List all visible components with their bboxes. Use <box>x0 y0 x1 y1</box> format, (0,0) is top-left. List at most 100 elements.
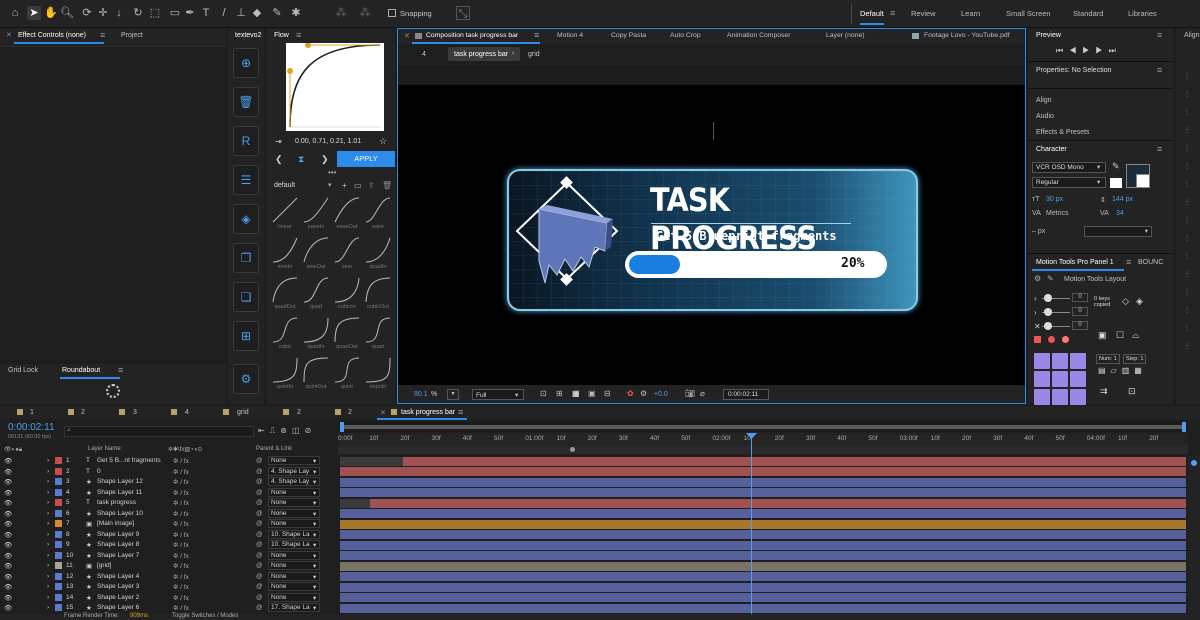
eye-icon[interactable]: 👁︎ <box>4 520 12 528</box>
home-icon[interactable]: ⌂ <box>8 6 22 20</box>
timeline-tab[interactable]: 4 <box>185 409 189 416</box>
add-icon[interactable]: ⊕ <box>233 48 259 78</box>
layer-duration-bar[interactable] <box>340 509 1186 518</box>
layer-name[interactable]: Get 5 B...nt fragments <box>97 457 163 464</box>
stroke-width-label[interactable]: – px <box>1032 228 1045 235</box>
tracking-value[interactable]: 34 <box>1116 210 1124 217</box>
panel-menu-icon[interactable]: ≡ <box>118 365 123 375</box>
eraser-tool-icon[interactable]: ◆ <box>250 6 264 20</box>
preset-easeout[interactable] <box>332 196 362 226</box>
grid-icon[interactable]: ⊞ <box>556 389 563 398</box>
expand-chevron-icon[interactable]: › <box>47 499 49 506</box>
section-effects-presets[interactable]: Effects & Presets <box>1036 129 1090 136</box>
layer-name[interactable]: Shape Layer 4 <box>97 573 163 580</box>
parent-select[interactable]: None ▾ <box>268 550 320 560</box>
eye-icon[interactable]: 👁︎ <box>4 468 12 476</box>
work-area-start-handle[interactable] <box>340 422 344 432</box>
hand-tool-icon[interactable]: ✋ <box>44 6 58 20</box>
pickwhip-icon[interactable]: @ <box>256 489 263 496</box>
label-color-swatch[interactable] <box>55 583 62 590</box>
pickwhip-icon[interactable]: @ <box>256 541 263 548</box>
breadcrumb-item[interactable]: 4 <box>422 51 426 58</box>
preset-quad[interactable] <box>301 276 331 306</box>
layer-name[interactable]: task progress <box>97 499 163 506</box>
panel-menu-icon[interactable]: ≡ <box>296 30 301 40</box>
copy-icon[interactable]: ❐ <box>233 243 259 273</box>
pickwhip-icon[interactable]: @ <box>256 604 263 611</box>
pickwhip-icon[interactable]: @ <box>256 552 263 559</box>
navigator-bar[interactable] <box>338 446 1188 454</box>
layer-switches-icon[interactable]: ✲ / fx <box>173 489 189 497</box>
layer-duration-bar[interactable] <box>340 519 1186 529</box>
color-red-circle[interactable] <box>1048 336 1055 343</box>
close-tab-icon[interactable]: ✕ <box>404 32 410 40</box>
pickwhip-icon[interactable]: @ <box>256 520 263 527</box>
parent-select[interactable]: None ▾ <box>268 508 320 518</box>
label-color-swatch[interactable] <box>55 520 62 527</box>
stroke-style-select[interactable]: ▾ <box>1084 226 1152 237</box>
align-icons[interactable]: ⫶ ⫶ ⫶ ⫶ ⫶ ⫶ ⫶ ⫶ ⫶ ⫶ ⫶ ⫶ ⫶ ⫶ ⫶ ⫶ <box>1186 68 1196 356</box>
color-red-swatch[interactable] <box>1034 336 1041 343</box>
parent-select[interactable]: None ▾ <box>268 519 320 528</box>
breadcrumb-item[interactable]: grid <box>528 51 540 58</box>
layer-row[interactable]: 👁︎ › 6 ★ Shape Layer 10 ✲ / fx @ None ▾ <box>0 508 336 520</box>
layer-switches-icon[interactable]: ✲ / fx <box>173 573 189 581</box>
timeline-tab[interactable]: 2 <box>81 409 85 416</box>
tab-copy-pasta[interactable]: Copy Pasta <box>611 32 646 39</box>
mtp-anchor-button[interactable] <box>1070 353 1086 369</box>
layer-duration-bar[interactable] <box>370 498 1186 508</box>
tab-motion-tools-pro[interactable]: Motion Tools Pro Panel 1 <box>1036 259 1114 266</box>
layer-name[interactable]: Shape Layer 3 <box>97 583 163 590</box>
parent-select[interactable]: 4. Shape Lay ▾ <box>268 466 320 476</box>
num-field[interactable]: Num: 1 <box>1096 354 1120 364</box>
layer-duration-bar[interactable] <box>403 456 1186 466</box>
panel-menu-icon[interactable]: ≡ <box>534 30 539 40</box>
mtp-anchor-button[interactable] <box>1052 371 1068 387</box>
zoom-dropdown-icon[interactable]: ▾ <box>447 389 459 400</box>
close-tab-icon[interactable]: ✕ <box>380 409 386 417</box>
preset-expoin[interactable] <box>363 356 393 386</box>
tab-layer-none[interactable]: Layer (none) <box>826 32 865 39</box>
layer-row[interactable]: 👁︎ › 3 ★ Shape Layer 12 ✲ / fx @4. Shape Lay ▾ <box>0 477 336 488</box>
parent-select[interactable]: None ▾ <box>268 561 320 570</box>
workspace-menu-icon[interactable]: ≡ <box>890 8 895 18</box>
preset-quartout[interactable] <box>332 316 362 346</box>
label-color-swatch[interactable] <box>55 572 62 580</box>
pickwhip-icon[interactable]: @ <box>256 562 263 569</box>
selection-tool-icon[interactable]: ➤ <box>27 6 41 20</box>
sequence-icon[interactable]: ⇉ <box>1100 386 1108 397</box>
layer-duration-bar[interactable] <box>340 593 1186 602</box>
layer-row[interactable]: 👁︎ › 11 ▣ [grid] ✲ / fx @ None ▾ <box>0 561 336 572</box>
solid-square-icon[interactable]: ▣ <box>1098 330 1107 341</box>
label-color-swatch[interactable] <box>55 457 62 464</box>
color-channel-icon[interactable]: ✿ <box>627 389 634 398</box>
timeline-tab[interactable]: 2 <box>297 409 301 416</box>
preset-quadout[interactable] <box>270 276 300 306</box>
eye-icon[interactable]: 👁︎ <box>4 583 12 591</box>
layer-duration-bar[interactable] <box>340 488 1186 497</box>
exposure-value[interactable]: +0.0 <box>654 391 668 398</box>
expand-chevron-icon[interactable]: › <box>47 457 49 464</box>
preset-cubic[interactable] <box>270 316 300 346</box>
pickwhip-icon[interactable]: @ <box>256 573 263 580</box>
puppet-pin-icon[interactable]: ✱ <box>289 6 303 20</box>
section-audio[interactable]: Audio <box>1036 113 1054 120</box>
panel-menu-icon[interactable]: ≡ <box>1157 65 1162 75</box>
slider-handle[interactable] <box>1044 322 1052 330</box>
layer-switches-icon[interactable]: ✲ / fx <box>173 478 189 486</box>
distribute-icons[interactable]: ▤▱▥▦ <box>1098 366 1147 375</box>
work-area-bar[interactable] <box>338 422 1188 432</box>
resolution-select[interactable]: Full ▾ <box>472 389 524 400</box>
expand-chevron-icon[interactable]: › <box>47 594 49 601</box>
preview-transport-icons[interactable]: ⏮◀▶▶⏭ <box>1056 46 1122 56</box>
paste-keys-icon[interactable]: ◇ <box>1122 296 1129 307</box>
ease-out-icon[interactable]: ❯ <box>321 154 329 165</box>
mtp-anchor-button[interactable] <box>1034 371 1050 387</box>
mtp-anchor-button[interactable] <box>1052 389 1068 405</box>
pan-tool-icon[interactable]: ✛ <box>96 6 110 20</box>
pen-tool-icon[interactable]: ✒ <box>183 6 197 20</box>
layer-duration-bar[interactable] <box>340 582 1186 592</box>
tab-motion-4[interactable]: Motion 4 <box>557 32 583 39</box>
layer-name[interactable]: Shape Layer 12 <box>97 478 163 485</box>
roto-brush-icon[interactable]: ✎ <box>270 6 284 20</box>
